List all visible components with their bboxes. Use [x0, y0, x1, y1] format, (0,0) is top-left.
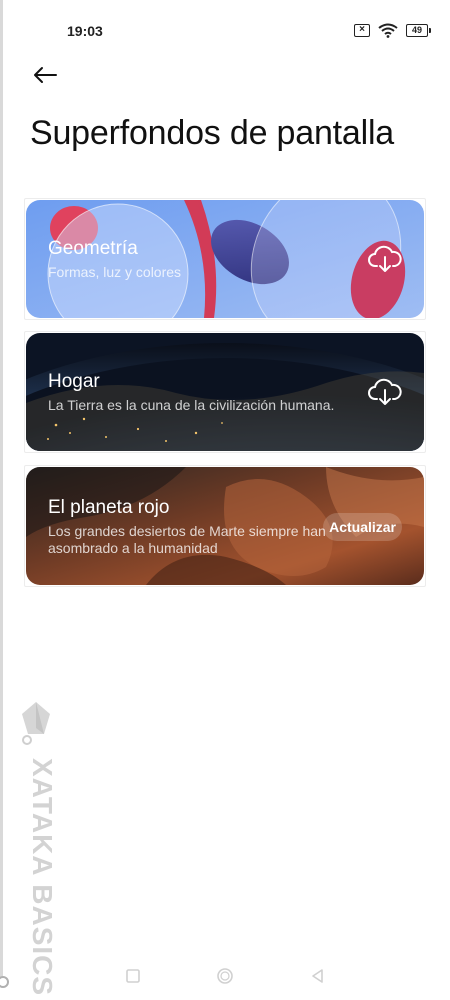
status-time: 19:03	[67, 23, 103, 39]
navigation-bar	[0, 955, 450, 995]
card-title: Hogar	[48, 371, 100, 392]
triangle-back-icon[interactable]	[308, 966, 328, 986]
update-button[interactable]: Actualizar	[323, 513, 402, 541]
status-icons: × 49	[354, 23, 431, 38]
card-subtitle: Los grandes desiertos de Marte siempre h…	[48, 523, 326, 556]
square-icon[interactable]	[123, 966, 143, 986]
left-edge-rule	[0, 0, 3, 985]
wallpaper-card-geometria[interactable]: Geometría Formas, luz y colores	[26, 200, 424, 318]
circle-icon[interactable]	[215, 966, 235, 986]
wallpaper-card-planeta-rojo[interactable]: El planeta rojo Los grandes desiertos de…	[26, 467, 424, 585]
battery-icon: 49	[406, 24, 431, 37]
card-subtitle: Formas, luz y colores	[48, 264, 182, 280]
wifi-icon	[378, 23, 398, 38]
back-button[interactable]	[28, 60, 62, 90]
card-title: El planeta rojo	[48, 497, 170, 518]
card-title: Geometría	[48, 238, 138, 259]
cloud-download-icon[interactable]	[368, 244, 402, 274]
wallpaper-card-hogar[interactable]: Hogar La Tierra es la cuna de la civiliz…	[26, 333, 424, 451]
cloud-download-icon[interactable]	[368, 377, 402, 407]
sim-off-icon: ×	[354, 24, 370, 37]
status-bar: 19:03 × 49	[0, 0, 450, 60]
xataka-logo-icon	[22, 702, 50, 745]
watermark: XATAKA BASICS	[12, 700, 58, 996]
page-title: Superfondos de pantalla	[30, 114, 395, 152]
arrow-left-icon	[34, 67, 57, 83]
card-subtitle: La Tierra es la cuna de la civilización …	[48, 397, 335, 413]
